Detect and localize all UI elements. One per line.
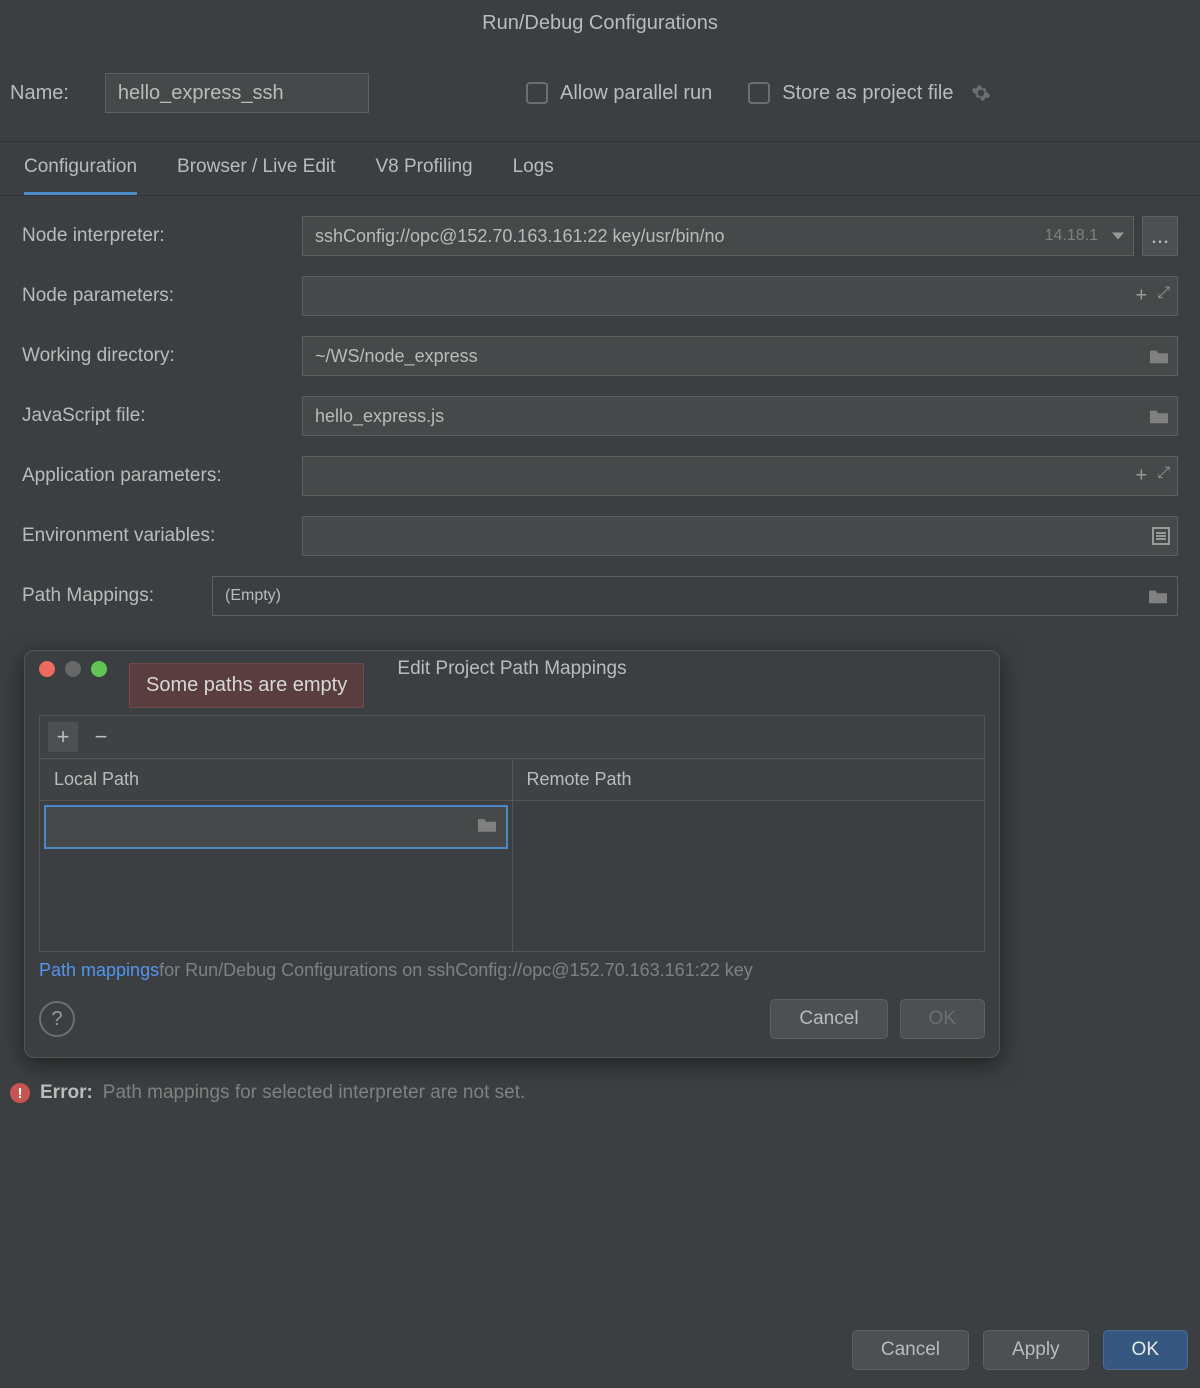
plus-icon[interactable]: + (1136, 465, 1148, 488)
checkbox-icon (526, 82, 548, 104)
allow-parallel-checkbox[interactable]: Allow parallel run (526, 82, 712, 105)
hint-text: for Run/Debug Configurations on sshConfi… (159, 960, 753, 980)
app-params-label: Application parameters: (22, 465, 302, 487)
folder-icon[interactable] (1147, 587, 1169, 605)
expand-icon[interactable]: ⤢ (1157, 285, 1170, 308)
window-zoom-icon[interactable] (91, 661, 107, 677)
add-mapping-button[interactable]: + (48, 722, 78, 752)
modal-ok-button[interactable]: OK (900, 999, 985, 1039)
app-params-input[interactable] (302, 456, 1178, 496)
tab-browser-live-edit[interactable]: Browser / Live Edit (177, 142, 335, 195)
store-project-checkbox[interactable]: Store as project file (748, 82, 991, 105)
path-mappings-label: Path Mappings: (22, 585, 212, 607)
path-mappings-hint: Path mappingsfor Run/Debug Configuration… (39, 960, 985, 981)
working-dir-input[interactable] (302, 336, 1178, 376)
plus-icon[interactable]: + (1136, 285, 1148, 308)
store-project-label: Store as project file (782, 82, 953, 105)
working-dir-label: Working directory: (22, 345, 302, 367)
table-cell-local (40, 801, 513, 951)
name-label: Name: (10, 82, 69, 105)
window-minimize-icon[interactable] (65, 661, 81, 677)
dialog-title: Run/Debug Configurations (0, 0, 1200, 49)
table-cell-remote[interactable] (513, 801, 985, 951)
js-file-input[interactable] (302, 396, 1178, 436)
allow-parallel-label: Allow parallel run (560, 82, 712, 105)
error-label: Error: (40, 1082, 93, 1104)
browse-interpreter-button[interactable]: ... (1142, 216, 1178, 256)
chevron-down-icon (1112, 233, 1124, 240)
js-file-label: JavaScript file: (22, 405, 302, 427)
help-button[interactable]: ? (39, 1001, 75, 1037)
path-mappings-value: (Empty) (225, 587, 281, 605)
error-bar: ! Error: Path mappings for selected inte… (0, 1072, 1200, 1114)
remote-path-header: Remote Path (513, 759, 985, 800)
node-interpreter-label: Node interpreter: (22, 225, 302, 247)
node-params-label: Node parameters: (22, 285, 302, 307)
window-close-icon[interactable] (39, 661, 55, 677)
folder-icon[interactable] (1148, 347, 1170, 365)
node-version-label: 14.18.1 (1045, 227, 1098, 245)
error-icon: ! (10, 1083, 30, 1103)
validation-tooltip: Some paths are empty (129, 663, 364, 708)
tab-v8-profiling[interactable]: V8 Profiling (375, 142, 472, 195)
tabs: Configuration Browser / Live Edit V8 Pro… (0, 141, 1200, 196)
name-input[interactable] (105, 73, 369, 113)
tab-logs[interactable]: Logs (513, 142, 554, 195)
gear-icon (971, 83, 991, 103)
path-mappings-field[interactable]: (Empty) (212, 576, 1178, 616)
tab-configuration[interactable]: Configuration (24, 142, 137, 195)
cancel-button[interactable]: Cancel (852, 1330, 969, 1370)
env-vars-input[interactable] (302, 516, 1178, 556)
folder-icon[interactable] (476, 816, 498, 834)
expand-icon[interactable]: ⤢ (1157, 465, 1170, 488)
list-icon[interactable] (1152, 527, 1170, 545)
local-path-header: Local Path (40, 759, 513, 800)
checkbox-icon (748, 82, 770, 104)
modal-cancel-button[interactable]: Cancel (770, 999, 887, 1039)
apply-button[interactable]: Apply (983, 1330, 1089, 1370)
remove-mapping-button[interactable]: − (86, 722, 116, 752)
local-path-input[interactable] (44, 805, 508, 849)
edit-path-mappings-dialog: Edit Project Path Mappings Some paths ar… (24, 650, 1000, 1058)
ok-button[interactable]: OK (1103, 1330, 1188, 1370)
folder-icon[interactable] (1148, 407, 1170, 425)
env-vars-label: Environment variables: (22, 525, 302, 547)
error-text: Path mappings for selected interpreter a… (103, 1082, 525, 1104)
path-mappings-table: Local Path Remote Path (39, 758, 985, 952)
node-params-input[interactable] (302, 276, 1178, 316)
node-interpreter-dropdown[interactable] (302, 216, 1134, 256)
path-mappings-link[interactable]: Path mappings (39, 960, 159, 980)
